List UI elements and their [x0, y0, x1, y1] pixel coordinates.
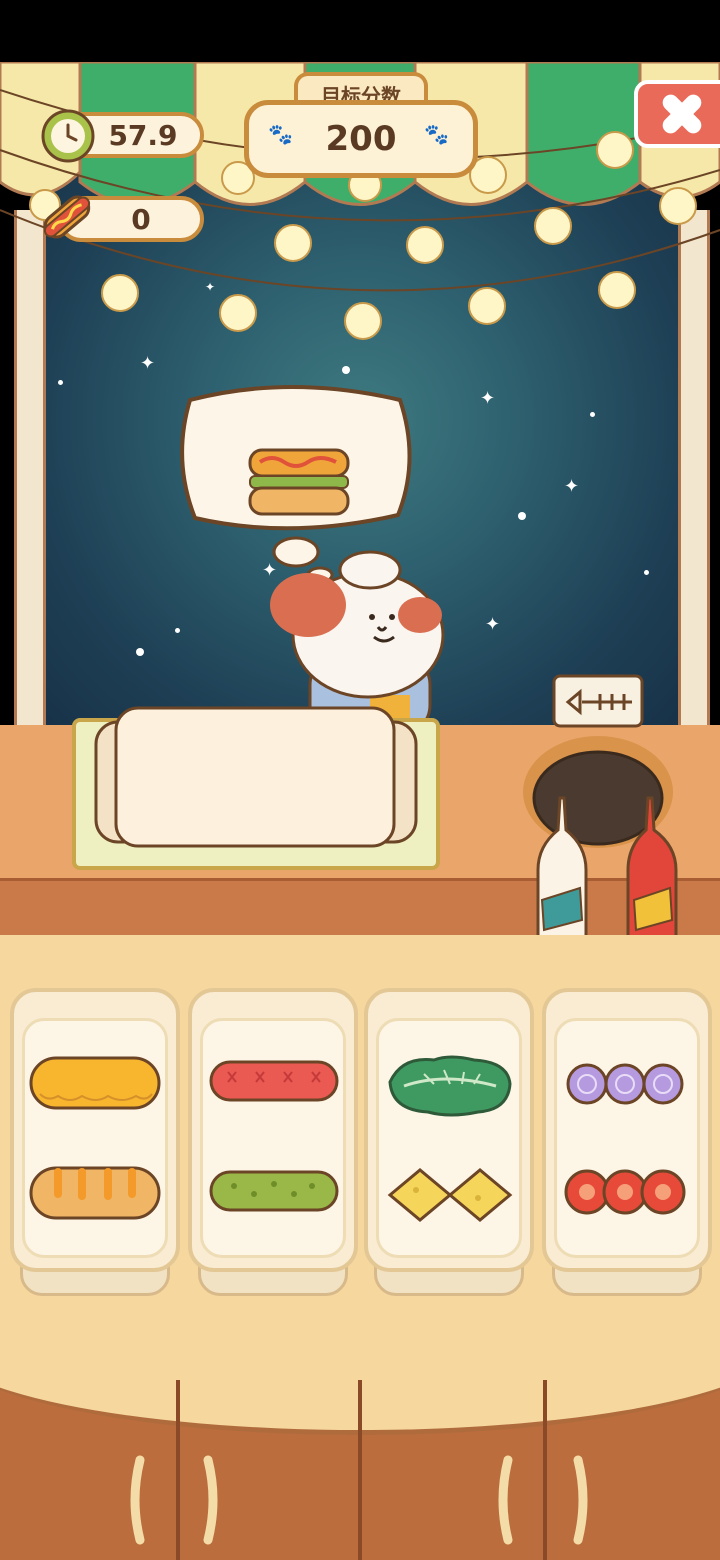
prep-board[interactable]	[72, 700, 440, 872]
sparkle-icon: ✦	[485, 614, 501, 635]
close-button[interactable]	[634, 80, 720, 148]
cheese-slice-ingredient[interactable]	[386, 1164, 514, 1226]
ingredient-tray-1	[10, 988, 180, 1296]
hotdog-count-value: 0	[131, 202, 151, 236]
sandwich-order-icon	[248, 448, 350, 516]
bread-roll-ingredient[interactable]	[28, 1162, 162, 1224]
paw-icon: 🐾	[268, 122, 293, 146]
ingredient-tray-3	[364, 988, 534, 1296]
ingredient-tray-4	[542, 988, 712, 1296]
timer-value: 57.9	[108, 118, 178, 152]
sausage-ingredient[interactable]	[208, 1058, 340, 1104]
cheese-ingredient[interactable]	[28, 1052, 162, 1114]
close-icon	[662, 94, 702, 134]
hotdog-icon	[43, 195, 91, 239]
paw-icon: 🐾	[424, 122, 449, 146]
cabinet-doors	[130, 1380, 588, 1560]
ingredient-tray-2	[188, 988, 358, 1296]
sparkle-icon: ✦	[480, 388, 496, 409]
target-score-panel: 目标分数 200 🐾 🐾	[244, 72, 478, 178]
tomato-ingredient[interactable]	[563, 1167, 689, 1217]
onion-ingredient[interactable]	[563, 1062, 689, 1106]
clock-icon	[41, 109, 95, 163]
lettuce-ingredient[interactable]	[384, 1052, 516, 1118]
pickle-ingredient[interactable]	[208, 1168, 340, 1214]
game-screen: ✦ ✦ ✦ ✦ ✦ ✦ 57.9 0 目标分数 200 🐾 🐾	[0, 0, 720, 1560]
sparkle-icon: ✦	[564, 476, 580, 497]
